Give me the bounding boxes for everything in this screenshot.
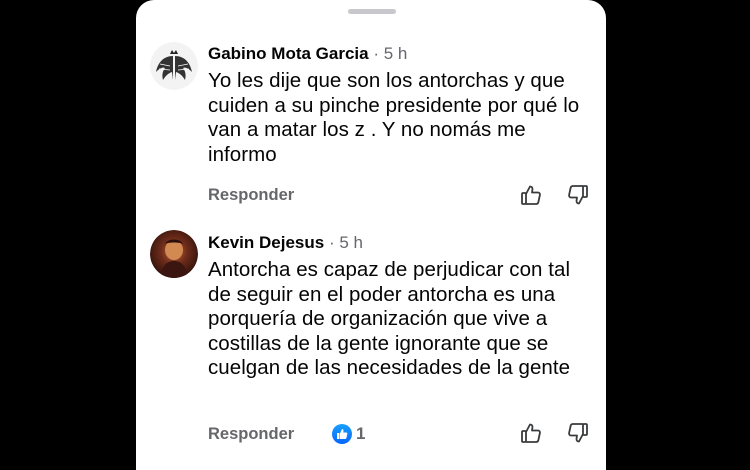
- reaction-count: 1: [356, 424, 366, 443]
- comments-sheet: Gabino Mota Garcia · 5 h Yo les dije que…: [136, 0, 606, 470]
- separator-dot: ·: [373, 44, 379, 63]
- comment-header: Gabino Mota Garcia · 5 h: [208, 44, 407, 64]
- timestamp[interactable]: 5 h: [339, 233, 363, 252]
- author-name[interactable]: Kevin Dejesus: [208, 233, 324, 252]
- reply-button[interactable]: Responder: [208, 186, 294, 205]
- timestamp[interactable]: 5 h: [384, 44, 408, 63]
- thumbs-up-icon[interactable]: [519, 421, 543, 445]
- profile-photo-avatar-icon[interactable]: [150, 230, 198, 278]
- comment-text: Yo les dije que son los antorchas y que …: [208, 69, 580, 166]
- thumbs-up-icon[interactable]: [519, 183, 543, 207]
- separator-dot: ·: [328, 233, 335, 252]
- comment-text: Antorcha es capaz de perjudicar con tal …: [208, 258, 571, 379]
- thumbs-down-icon[interactable]: [566, 183, 590, 207]
- winged-crown-avatar-icon[interactable]: [150, 42, 198, 90]
- like-reaction-icon: [332, 424, 352, 444]
- author-name[interactable]: Gabino Mota Garcia: [208, 44, 369, 63]
- comment-header: Kevin Dejesus · 5 h: [208, 233, 363, 253]
- thumbs-down-icon[interactable]: [566, 421, 590, 445]
- reaction-summary[interactable]: 1: [332, 424, 365, 444]
- sheet-drag-handle[interactable]: [348, 9, 396, 14]
- reply-button[interactable]: Responder: [208, 425, 294, 444]
